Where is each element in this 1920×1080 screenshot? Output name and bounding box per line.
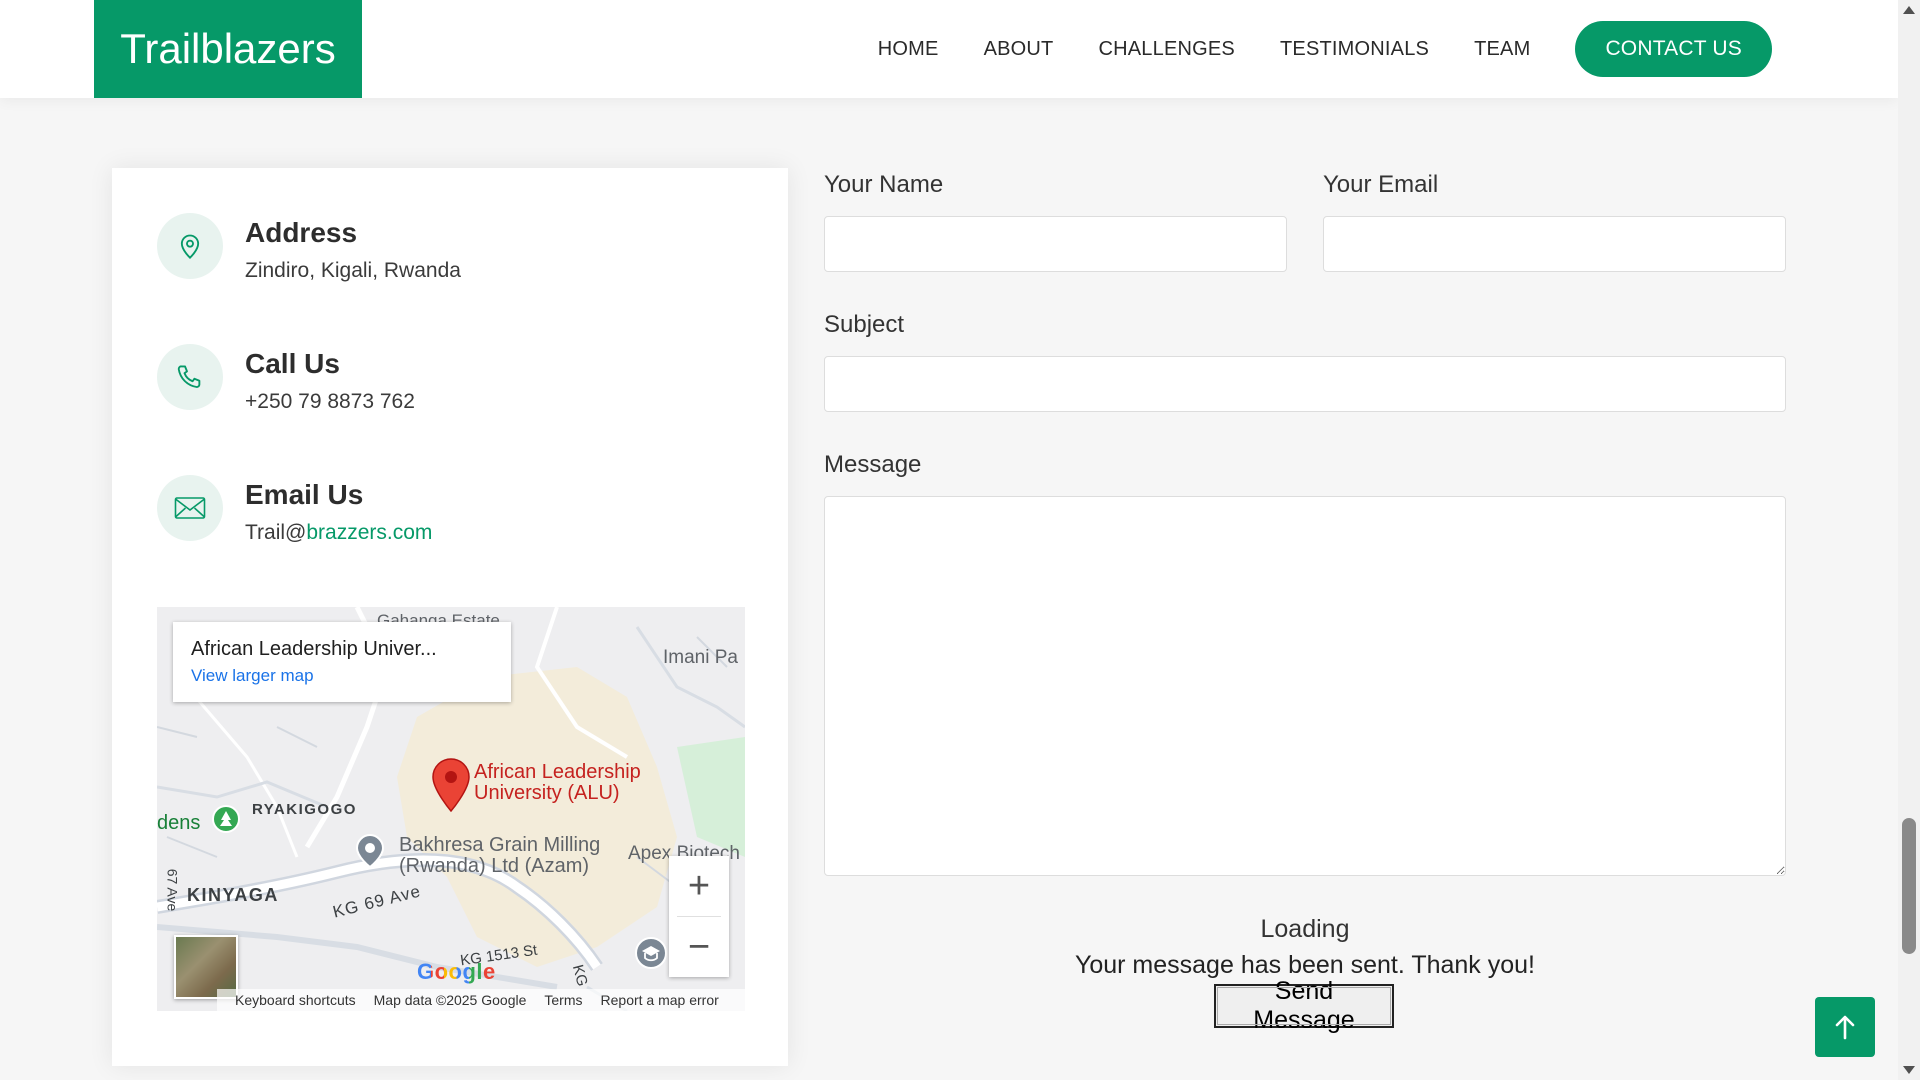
call-item: Call Us +250 79 8873 762 bbox=[157, 344, 757, 424]
back-to-top-button[interactable] bbox=[1815, 997, 1875, 1057]
site-logo[interactable]: Trailblazers bbox=[94, 0, 362, 98]
terms-link[interactable]: Terms bbox=[544, 992, 582, 1008]
nav-home[interactable]: HOME bbox=[878, 38, 939, 61]
address-item: Address Zindiro, Kigali, Rwanda bbox=[157, 213, 757, 293]
sent-message: Your message has been sent. Thank you! bbox=[1074, 951, 1536, 979]
zoom-out-button[interactable]: − bbox=[669, 917, 729, 977]
main-nav: HOME ABOUT CHALLENGES TESTIMONIALS TEAM … bbox=[833, 21, 1772, 77]
map-place-callout: African Leadership Univer... View larger… bbox=[173, 622, 511, 702]
arrow-up-icon bbox=[1835, 1015, 1855, 1040]
send-message-button[interactable]: Send Message bbox=[1214, 977, 1394, 1034]
map-pin-icon bbox=[157, 213, 223, 279]
map-label-bakhresa-1: Bakhresa Grain Milling bbox=[399, 834, 601, 856]
subject-input[interactable] bbox=[824, 356, 1786, 412]
page-scrollbar[interactable] bbox=[1898, 0, 1920, 1080]
map-label-bakhresa-2: (Rwanda) Ltd (Azam) bbox=[399, 855, 590, 877]
scroll-up-arrow-icon[interactable] bbox=[1903, 6, 1915, 14]
map-data-text: Map data ©2025 Google bbox=[373, 992, 527, 1008]
scrollbar-thumb[interactable] bbox=[1902, 818, 1916, 954]
phone-number: +250 79 8873 762 bbox=[245, 390, 415, 413]
message-textarea[interactable] bbox=[824, 496, 1786, 876]
name-input[interactable] bbox=[824, 216, 1287, 272]
email-title: Email Us bbox=[245, 479, 364, 510]
poi-marker-icon[interactable] bbox=[355, 833, 385, 869]
map-label-alu-2: University (ALU) bbox=[474, 782, 620, 804]
map-label-ryakigogo: RYAKIGOGO bbox=[252, 801, 357, 818]
site-header: Trailblazers HOME ABOUT CHALLENGES TESTI… bbox=[0, 0, 1898, 98]
view-larger-map-link[interactable]: View larger map bbox=[191, 666, 314, 686]
contact-info-card: Address Zindiro, Kigali, Rwanda Call Us … bbox=[112, 168, 788, 1066]
email-item: Email Us Trail@brazzers.com bbox=[157, 475, 757, 555]
google-logo-text: Google bbox=[417, 959, 496, 984]
contact-us-button[interactable]: CONTACT US bbox=[1575, 21, 1772, 77]
nav-challenges[interactable]: CHALLENGES bbox=[1098, 38, 1235, 61]
park-marker-icon[interactable] bbox=[211, 804, 241, 838]
nav-about[interactable]: ABOUT bbox=[984, 38, 1054, 61]
map-label-67ave: 67 Ave bbox=[164, 868, 181, 912]
subject-label: Subject bbox=[824, 311, 905, 338]
map-place-title: African Leadership Univer... bbox=[191, 638, 437, 660]
map-label-alu-1: African Leadership bbox=[474, 761, 641, 783]
address-text: Zindiro, Kigali, Rwanda bbox=[245, 259, 461, 282]
map-zoom-control: + − bbox=[669, 856, 729, 977]
email-prefix: Trail@ bbox=[245, 521, 307, 544]
map-label-imani: Imani Pa bbox=[663, 647, 738, 668]
map-footer: Keyboard shortcuts Map data ©2025 Google… bbox=[217, 989, 745, 1011]
scroll-down-arrow-icon[interactable] bbox=[1903, 1066, 1915, 1074]
map-label-kinyaga: KINYAGA bbox=[187, 885, 279, 905]
nav-testimonials[interactable]: TESTIMONIALS bbox=[1280, 38, 1429, 61]
call-title: Call Us bbox=[245, 348, 340, 379]
report-map-error-link[interactable]: Report a map error bbox=[601, 992, 719, 1008]
email-label: Your Email bbox=[1323, 171, 1439, 198]
location-pin-icon[interactable] bbox=[430, 757, 472, 813]
school-marker-icon[interactable] bbox=[633, 935, 669, 973]
email-input[interactable] bbox=[1323, 216, 1786, 272]
zoom-in-button[interactable]: + bbox=[669, 856, 729, 916]
loading-text: Loading bbox=[1260, 915, 1350, 943]
address-title: Address bbox=[245, 217, 358, 248]
google-logo: Google bbox=[417, 959, 496, 985]
map-label-gardens: dens bbox=[157, 812, 201, 834]
email-text: Trail@brazzers.com bbox=[245, 521, 432, 545]
phone-icon bbox=[157, 344, 223, 410]
keyboard-shortcuts-link[interactable]: Keyboard shortcuts bbox=[235, 992, 356, 1008]
embedded-map[interactable]: Gahanga Estate Imani Pa African Leadersh… bbox=[157, 607, 745, 1011]
nav-team[interactable]: TEAM bbox=[1474, 38, 1530, 61]
envelope-icon bbox=[157, 475, 223, 541]
email-link[interactable]: brazzers.com bbox=[306, 521, 432, 544]
name-label: Your Name bbox=[824, 171, 944, 198]
message-label: Message bbox=[824, 451, 922, 478]
